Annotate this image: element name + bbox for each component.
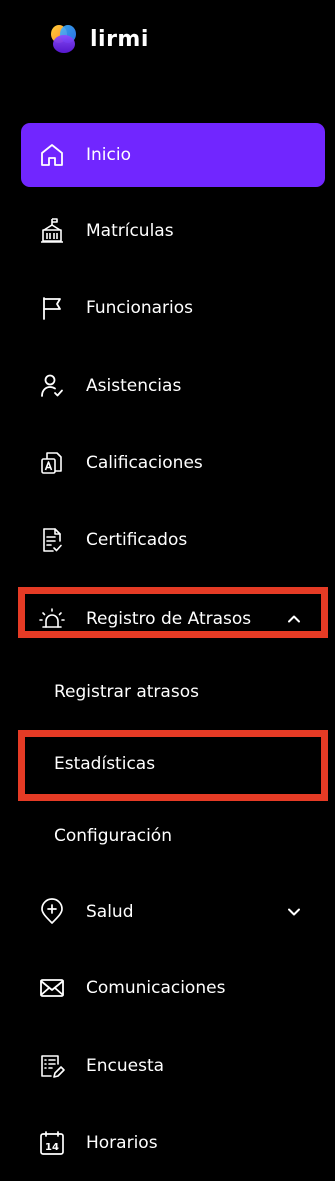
- nav-label: Asistencias: [86, 376, 182, 396]
- nav-label: Encuesta: [86, 1056, 165, 1076]
- nav-item-asistencias[interactable]: Asistencias: [21, 354, 325, 418]
- nav-label: Calificaciones: [86, 453, 203, 473]
- nav-label: Certificados: [86, 530, 188, 550]
- nav-label: Registro de Atrasos: [86, 609, 252, 629]
- survey-edit-icon: [37, 1051, 67, 1081]
- nav-item-certificados[interactable]: Certificados: [21, 508, 325, 572]
- submenu-item-configuracion[interactable]: Configuración: [21, 807, 325, 865]
- calendar-day: 14: [45, 1142, 59, 1153]
- calendar-icon: 14: [37, 1128, 67, 1158]
- submenu-label: Estadísticas: [54, 754, 156, 774]
- chevron-up-icon[interactable]: [285, 610, 303, 628]
- nav-item-registro-atrasos[interactable]: Registro de Atrasos: [21, 587, 325, 651]
- lirmi-logo-icon: [51, 25, 76, 53]
- nav-label: Comunicaciones: [86, 978, 226, 998]
- grade-document-icon: [37, 448, 67, 478]
- nav-label: Funcionarios: [86, 298, 194, 318]
- nav-item-horarios[interactable]: 14 Horarios: [21, 1111, 325, 1175]
- nav-label: Inicio: [86, 145, 131, 165]
- nav-item-funcionarios[interactable]: Funcionarios: [21, 276, 325, 340]
- submenu-label: Configuración: [54, 826, 172, 846]
- submenu-label: Registrar atrasos: [54, 682, 199, 702]
- nav-label: Matrículas: [86, 221, 174, 241]
- app-logo[interactable]: lirmi: [48, 22, 149, 56]
- nav-item-comunicaciones[interactable]: Comunicaciones: [21, 956, 325, 1020]
- submenu-item-registrar-atrasos[interactable]: Registrar atrasos: [21, 663, 325, 721]
- submenu-item-estadisticas[interactable]: Estadísticas: [21, 735, 325, 793]
- nav-label: Salud: [86, 902, 134, 922]
- health-pin-icon: [37, 897, 67, 927]
- app-name: lirmi: [90, 26, 149, 52]
- home-icon: [37, 140, 67, 170]
- user-check-icon: [37, 371, 67, 401]
- certificate-document-icon: [37, 525, 67, 555]
- flag-icon: [37, 293, 67, 323]
- school-building-icon: [37, 216, 67, 246]
- mail-icon: [37, 973, 67, 1003]
- nav-item-inicio[interactable]: Inicio: [21, 123, 325, 187]
- nav-item-salud[interactable]: Salud: [21, 880, 325, 944]
- alarm-siren-icon: [37, 604, 67, 634]
- nav-item-calificaciones[interactable]: Calificaciones: [21, 431, 325, 495]
- nav-item-encuesta[interactable]: Encuesta: [21, 1034, 325, 1098]
- chevron-down-icon[interactable]: [285, 903, 303, 921]
- nav-item-matriculas[interactable]: Matrículas: [21, 199, 325, 263]
- nav-label: Horarios: [86, 1133, 158, 1153]
